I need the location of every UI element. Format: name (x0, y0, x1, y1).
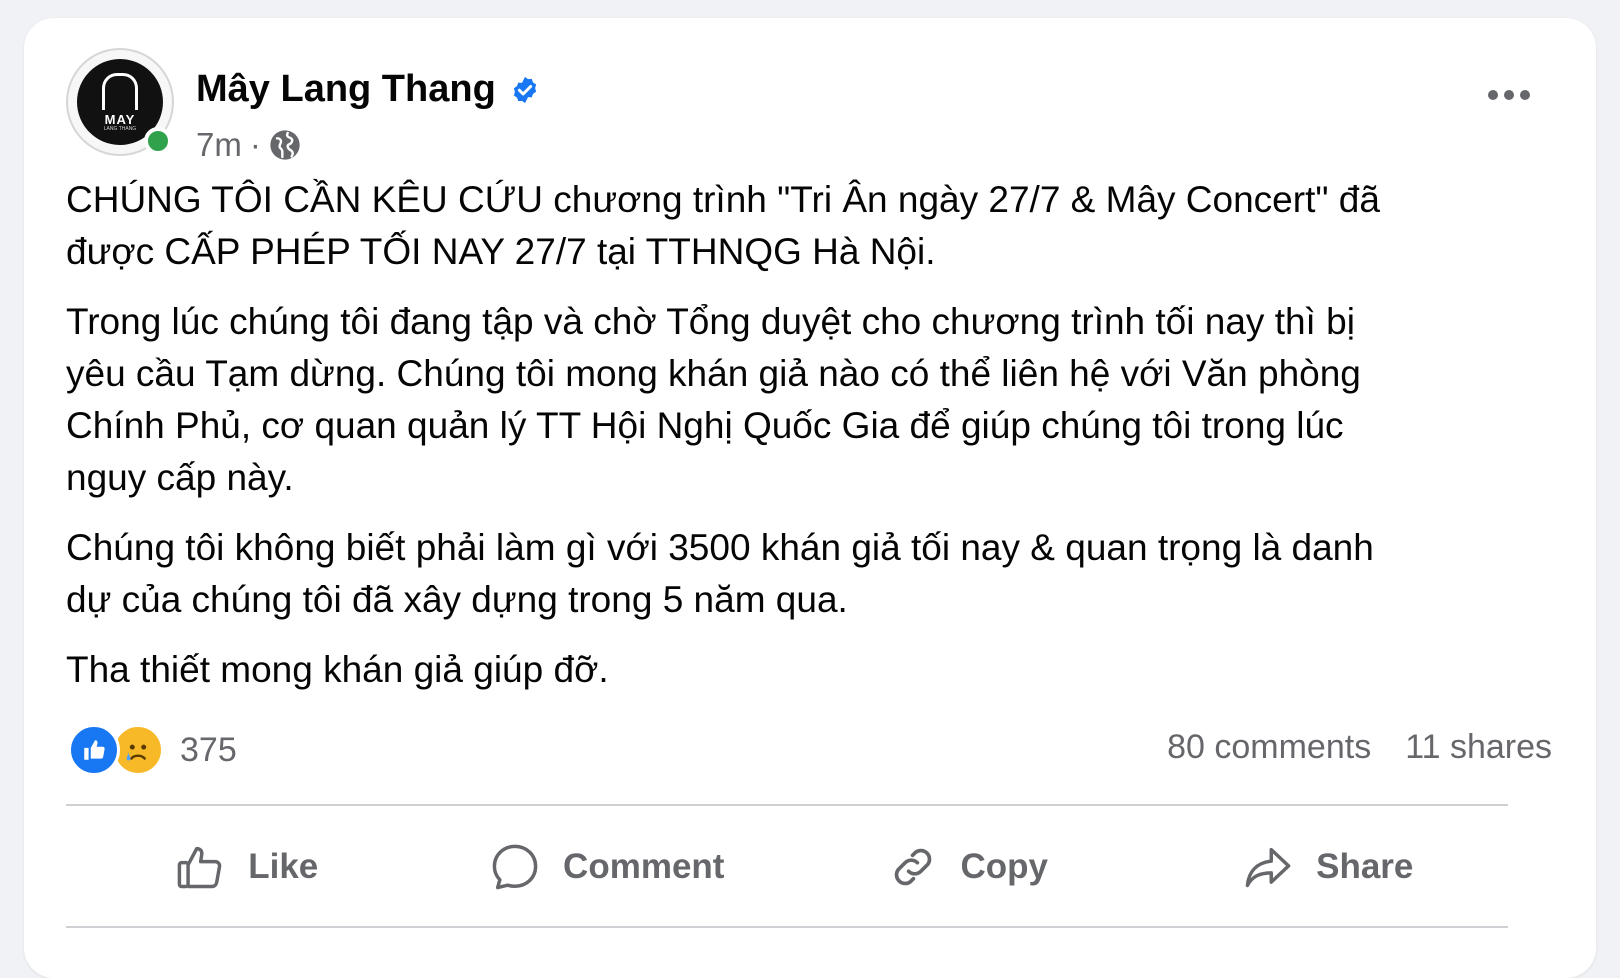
comment-label: Comment (563, 847, 725, 886)
copy-link-button[interactable]: Copy (787, 824, 1148, 910)
shares-count-link[interactable]: 11 shares (1405, 728, 1552, 767)
post-card: MAY LANG THANG Mây Lang Thang 7m · CHÚNG… (24, 18, 1596, 978)
more-options-button[interactable] (1488, 90, 1530, 100)
post-paragraph: Trong lúc chúng tôi đang tập và chờ Tổng… (66, 301, 1361, 498)
author-row: Mây Lang Thang (196, 68, 540, 111)
like-label: Like (248, 847, 319, 886)
post-paragraph: Tha thiết mong khán giả giúp đỡ. (66, 649, 609, 690)
avatar-arch-icon (102, 72, 138, 110)
reaction-count: 375 (180, 730, 237, 769)
comment-bubble-icon (492, 844, 538, 890)
action-bar: Like Comment Copy Share (66, 824, 1508, 910)
divider-top (66, 804, 1508, 806)
thumbs-up-icon (177, 846, 222, 889)
more-dot-icon (1488, 90, 1498, 100)
post-paragraph: CHÚNG TÔI CẦN KÊU CỨU chương trình "Tri … (66, 179, 1380, 272)
comments-count-link[interactable]: 80 comments (1167, 728, 1371, 767)
post-time[interactable]: 7m (196, 126, 242, 164)
post-paragraph: Chúng tôi không biết phải làm gì với 350… (66, 527, 1374, 620)
avatar[interactable]: MAY LANG THANG (66, 48, 174, 156)
share-button[interactable]: Share (1148, 824, 1509, 910)
avatar-logo-text: MAY (104, 111, 136, 127)
link-icon (894, 848, 931, 886)
author-name[interactable]: Mây Lang Thang (196, 68, 496, 111)
more-dot-icon (1520, 90, 1530, 100)
engagement-stats: 80 comments 11 shares (1167, 728, 1552, 767)
like-reaction-icon (68, 724, 120, 776)
meta-separator: · (249, 126, 261, 163)
share-label: Share (1316, 847, 1414, 886)
comment-button[interactable]: Comment (427, 824, 788, 910)
verified-badge-icon (513, 76, 536, 103)
like-button[interactable]: Like (66, 824, 427, 910)
avatar-logo-subtext: LANG THANG (103, 125, 137, 132)
post-meta: 7m · (196, 126, 301, 164)
divider-bottom (66, 926, 1508, 928)
reactions-summary[interactable]: 375 (68, 724, 237, 776)
globe-icon[interactable] (269, 129, 301, 161)
copy-label: Copy (960, 847, 1049, 886)
post-body: CHÚNG TÔI CẦN KÊU CỨU chương trình "Tri … (66, 174, 1506, 714)
more-dot-icon (1504, 90, 1514, 100)
online-status-dot (144, 127, 172, 155)
share-arrow-icon (1245, 847, 1291, 888)
